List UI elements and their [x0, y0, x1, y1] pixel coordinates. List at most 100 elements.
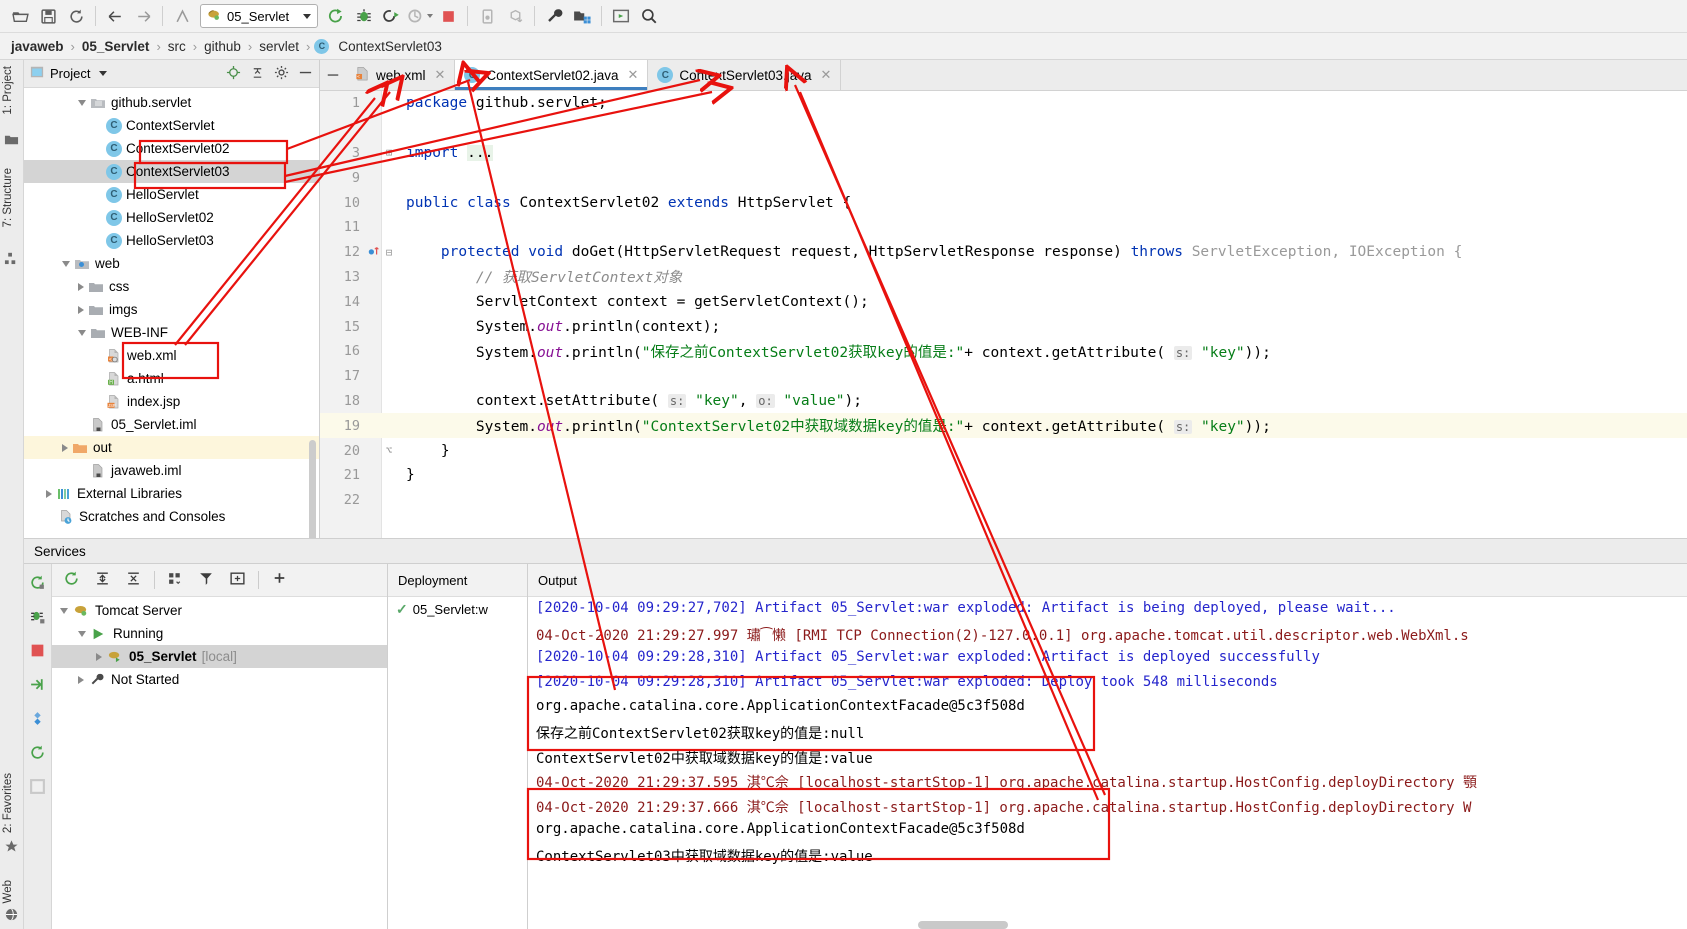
- sidebar-item-favorites[interactable]: 2: Favorites: [2, 773, 14, 833]
- search-everywhere-icon[interactable]: [635, 3, 663, 29]
- project-tree-item-external-libraries[interactable]: External Libraries: [24, 482, 319, 505]
- back-arrow-icon[interactable]: [101, 3, 129, 29]
- breadcrumb-item-5[interactable]: ContextServlet03: [335, 39, 445, 54]
- breadcrumb-item-2[interactable]: src: [165, 39, 189, 54]
- run-with-coverage-icon[interactable]: [378, 3, 406, 29]
- profile-icon[interactable]: [406, 3, 434, 29]
- chevron-down-icon[interactable]: [62, 260, 70, 267]
- project-tree-item-index-jsp[interactable]: JSP index.jsp: [24, 390, 319, 413]
- code-editor[interactable]: 1 package github.servlet; 3 ⊞ import ... 9 10 p…: [320, 91, 1687, 538]
- edit-config-icon[interactable]: [29, 710, 46, 730]
- chevron-down-icon[interactable]: [78, 630, 86, 637]
- chevron-right-icon[interactable]: [78, 282, 84, 291]
- project-tree-item-out[interactable]: out: [24, 436, 319, 459]
- project-tree-item-css[interactable]: css: [24, 275, 319, 298]
- debug-icon[interactable]: [350, 3, 378, 29]
- services-tree-item-tomcat-server[interactable]: Tomcat Server: [52, 599, 387, 622]
- project-structure-icon[interactable]: [568, 3, 596, 29]
- run-icon[interactable]: [322, 3, 350, 29]
- sync-icon[interactable]: [62, 3, 90, 29]
- chevron-down-icon[interactable]: [427, 14, 433, 18]
- sidebar-item-project[interactable]: 1: Project: [2, 66, 14, 115]
- override-marker-icon[interactable]: [366, 244, 382, 261]
- close-icon[interactable]: ✕: [435, 67, 446, 83]
- chevron-down-icon[interactable]: [78, 99, 86, 106]
- code-fold-toggle[interactable]: ⊟: [382, 246, 396, 259]
- settings-gear-icon[interactable]: [274, 65, 289, 83]
- chevron-right-icon[interactable]: [78, 305, 84, 314]
- project-tree-item-scratches-and-consoles[interactable]: Scratches and Consoles: [24, 505, 319, 528]
- breadcrumb-item-1[interactable]: 05_Servlet: [79, 39, 153, 54]
- sidebar-item-web[interactable]: Web: [2, 880, 14, 903]
- collapse-all-icon[interactable]: [120, 570, 147, 590]
- project-tree-item-05-servlet-iml[interactable]: 05_Servlet.iml: [24, 413, 319, 436]
- services-tree-item-not-started[interactable]: Not Started: [52, 668, 387, 691]
- project-tree-item-web-xml[interactable]: < web.xml: [24, 344, 319, 367]
- tab-web-xml[interactable]: < web.xml ✕: [346, 60, 456, 90]
- chevron-right-icon[interactable]: [96, 652, 102, 661]
- device-manager-icon[interactable]: [473, 3, 501, 29]
- sidebar-item-structure[interactable]: 7: Structure: [2, 168, 14, 227]
- rerun-icon[interactable]: [58, 570, 85, 590]
- project-tree-item-javaweb-iml[interactable]: javaweb.iml: [24, 459, 319, 482]
- project-tree-item-web-inf[interactable]: WEB-INF: [24, 321, 319, 344]
- forward-arrow-icon[interactable]: [129, 3, 157, 29]
- add-icon[interactable]: [266, 570, 293, 590]
- project-tree-item-helloservlet[interactable]: C HelloServlet: [24, 183, 319, 206]
- services-tree[interactable]: Tomcat Server Running 05_Servlet [local] No…: [52, 597, 387, 691]
- close-icon[interactable]: ✕: [628, 67, 639, 83]
- undo-icon[interactable]: [168, 3, 196, 29]
- stop-icon[interactable]: [29, 642, 46, 662]
- services-tree-item-running[interactable]: Running: [52, 622, 387, 645]
- project-tree-item-web[interactable]: web: [24, 252, 319, 275]
- chevron-down-icon[interactable]: [99, 71, 108, 76]
- run-configuration-selector[interactable]: 05_Servlet: [200, 4, 318, 28]
- project-tree-item-a-html[interactable]: Ha.html: [24, 367, 319, 390]
- chevron-right-icon[interactable]: [46, 489, 52, 498]
- debug-icon[interactable]: [29, 608, 46, 628]
- stop-icon[interactable]: [434, 3, 462, 29]
- run-anything-icon[interactable]: [607, 3, 635, 29]
- project-tree-item-github-servlet[interactable]: github.servlet: [24, 91, 319, 114]
- breadcrumb-item-4[interactable]: servlet: [256, 39, 302, 54]
- tab-context-servlet03[interactable]: C ContextServlet03.java ✕: [648, 60, 842, 90]
- project-tree-item-imgs[interactable]: imgs: [24, 298, 319, 321]
- settings-wrench-icon[interactable]: [540, 3, 568, 29]
- tab-context-servlet02[interactable]: C ContextServlet02.java ✕: [455, 60, 649, 90]
- sdk-download-icon[interactable]: [501, 3, 529, 29]
- rerun-icon[interactable]: [29, 574, 46, 594]
- filter-icon[interactable]: [193, 570, 220, 590]
- project-scrollbar[interactable]: [309, 440, 316, 550]
- locate-icon[interactable]: [226, 65, 241, 83]
- breadcrumb-item-0[interactable]: javaweb: [8, 39, 67, 54]
- chevron-right-icon[interactable]: [78, 675, 84, 684]
- group-icon[interactable]: [162, 570, 189, 590]
- rerun-2-icon[interactable]: [29, 744, 46, 764]
- expand-all-icon[interactable]: [89, 570, 116, 590]
- deploy-icon[interactable]: [29, 676, 46, 696]
- project-tree-item-contextservlet[interactable]: C ContextServlet: [24, 114, 319, 137]
- chevron-right-icon[interactable]: [62, 443, 68, 452]
- hide-icon[interactable]: [298, 65, 313, 83]
- chevron-down-icon[interactable]: [78, 329, 86, 336]
- chevron-down-icon[interactable]: [60, 607, 68, 614]
- collapse-all-icon[interactable]: [250, 65, 265, 83]
- code-fold-toggle[interactable]: ⊞: [382, 146, 396, 159]
- hide-editor-icon[interactable]: [320, 60, 346, 90]
- console-hscrollbar[interactable]: [918, 921, 1008, 929]
- project-tree-item-contextservlet03[interactable]: C ContextServlet03: [24, 160, 319, 183]
- breadcrumb-item-3[interactable]: github: [201, 39, 244, 54]
- save-all-icon[interactable]: [34, 3, 62, 29]
- project-tree[interactable]: github.servlet C ContextServlet C ContextSer…: [24, 88, 319, 528]
- close-icon[interactable]: ✕: [820, 67, 831, 83]
- project-tree-item-contextservlet02[interactable]: C ContextServlet02: [24, 137, 319, 160]
- scroll-end-icon[interactable]: [29, 778, 46, 798]
- add-tab-icon[interactable]: [224, 570, 251, 590]
- services-tree-item-05-servlet[interactable]: 05_Servlet [local]: [52, 645, 387, 668]
- open-folder-icon[interactable]: [6, 3, 34, 29]
- services-tool-window-header[interactable]: Services: [24, 538, 1687, 564]
- code-fold-toggle[interactable]: ⌥: [382, 444, 396, 457]
- project-tree-item-helloservlet03[interactable]: C HelloServlet03: [24, 229, 319, 252]
- chevron-down-icon[interactable]: [303, 13, 311, 19]
- project-tree-item-helloservlet02[interactable]: C HelloServlet02: [24, 206, 319, 229]
